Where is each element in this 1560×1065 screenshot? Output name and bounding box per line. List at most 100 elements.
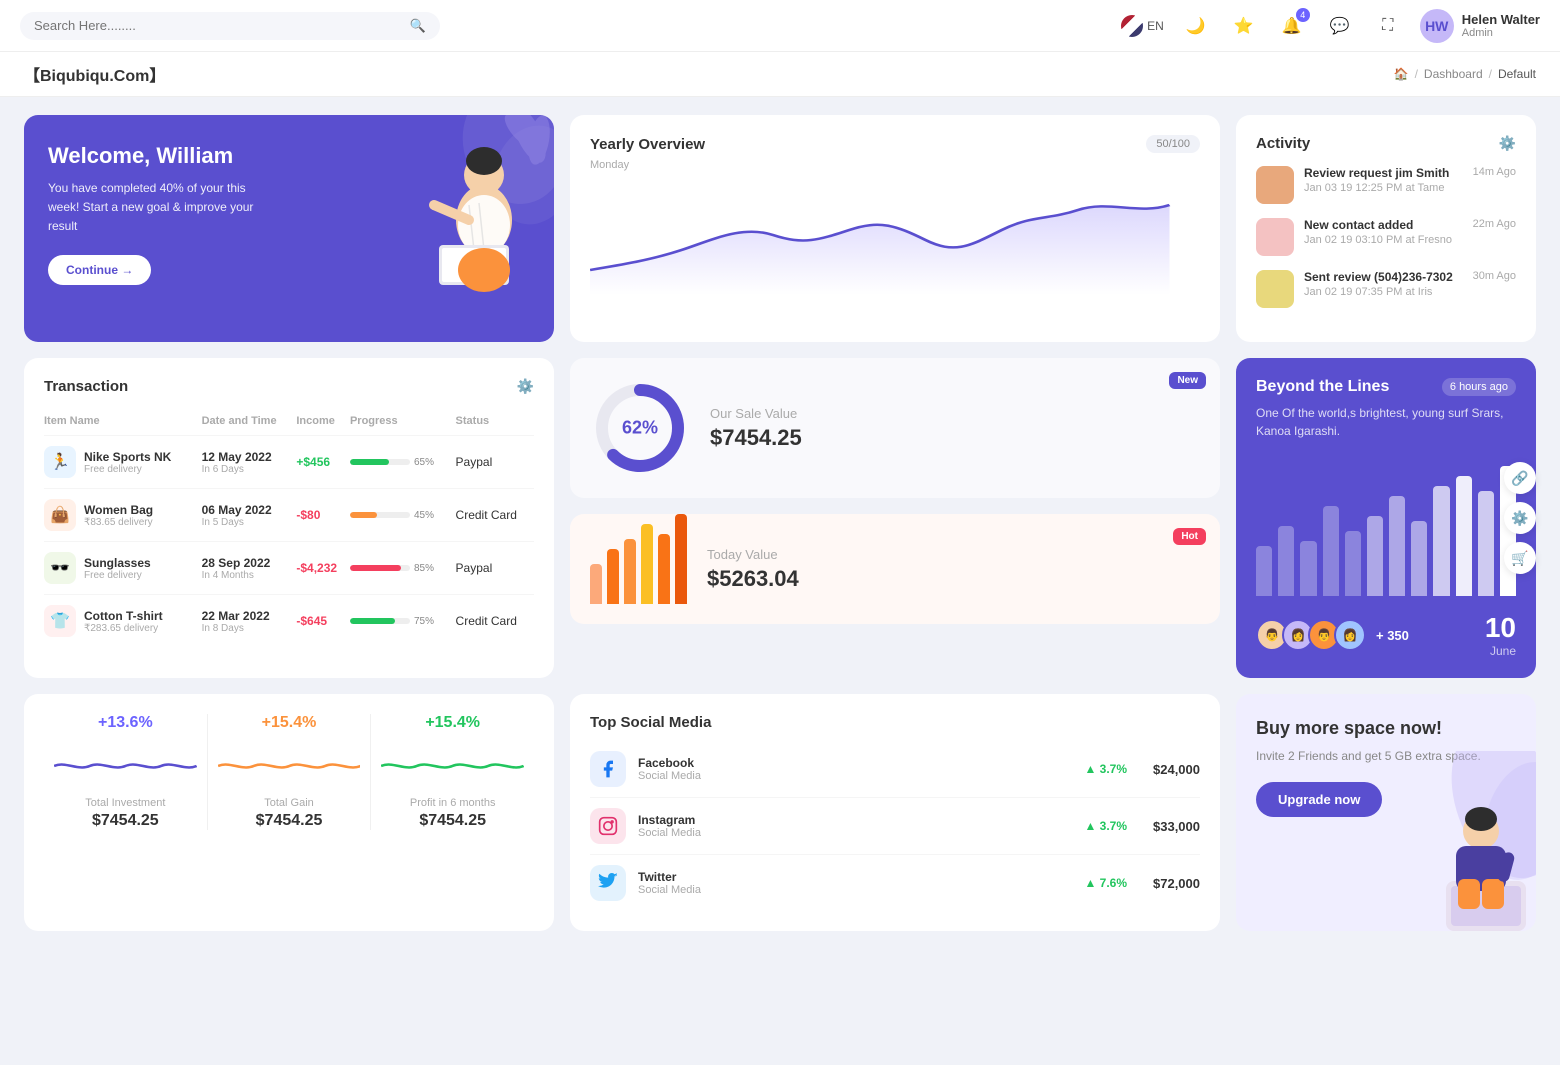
sale-value-card: New 62% Our Sale Value $7454.25 — [570, 358, 1220, 498]
home-icon: 🏠 — [1394, 67, 1409, 81]
activity-item-title: Review request jim Smith — [1304, 166, 1463, 180]
donut-percent: 62% — [622, 418, 658, 439]
yearly-badge: 50/100 — [1146, 135, 1200, 153]
hot-badge: Hot — [1173, 528, 1206, 545]
beyond-ago: 6 hours ago — [1442, 378, 1516, 396]
donut-chart: 62% — [590, 378, 690, 478]
item-sub: Free delivery — [84, 464, 171, 475]
scroll-actions: 🔗 ⚙️ 🛒 — [1504, 462, 1536, 574]
income-cell: -$4,232 — [296, 542, 350, 595]
yearly-title: Yearly Overview — [590, 136, 705, 153]
user-menu[interactable]: HW Helen Walter Admin — [1420, 9, 1540, 43]
bookmark-icon[interactable]: ⭐ — [1228, 10, 1260, 42]
messages-button[interactable]: 💬 — [1324, 10, 1356, 42]
activity-thumb — [1256, 166, 1294, 204]
sale-value-amount: $7454.25 — [710, 425, 802, 451]
progress-cell: 75% — [350, 595, 456, 648]
beyond-bar — [1323, 506, 1339, 596]
breadcrumb-bar: 【Biqubiqu.Com】 🏠 / Dashboard / Default — [0, 52, 1560, 97]
progress-cell: 65% — [350, 436, 456, 489]
item-name: Women Bag — [84, 503, 153, 517]
beyond-bar — [1478, 491, 1494, 596]
beyond-description: One Of the world,s brightest, young surf… — [1256, 404, 1516, 440]
beyond-bar — [1433, 486, 1449, 596]
social-item: Twitter Social Media ▲ 7.6% $72,000 — [590, 855, 1200, 911]
bar — [624, 539, 636, 604]
activity-item-subtitle: Jan 02 19 03:10 PM at Fresno — [1304, 234, 1463, 246]
beyond-bar-chart — [1256, 456, 1516, 596]
breadcrumb: 🏠 / Dashboard / Default — [1394, 67, 1536, 81]
progress-cell: 85% — [350, 542, 456, 595]
expand-icon[interactable]: ⛶ — [1372, 10, 1404, 42]
social-name: Twitter — [638, 870, 701, 884]
date-cell: 22 Mar 2022 In 8 Days — [202, 595, 297, 648]
social-title: Top Social Media — [590, 714, 711, 731]
search-box[interactable]: 🔍 — [20, 12, 440, 40]
transaction-settings-icon[interactable]: ⚙️ — [517, 378, 534, 395]
stat-value: $7454.25 — [218, 812, 361, 830]
activity-title: Activity — [1256, 135, 1310, 152]
settings-icon[interactable]: ⚙️ — [1504, 502, 1536, 534]
stat-percent: +15.4% — [218, 714, 361, 732]
date-month: June — [1485, 644, 1516, 658]
activity-settings-icon[interactable]: ⚙️ — [1499, 135, 1516, 152]
beyond-card: Beyond the Lines 6 hours ago One Of the … — [1236, 358, 1536, 678]
stat-value: $7454.25 — [381, 812, 524, 830]
social-name: Facebook — [638, 756, 701, 770]
item-name: Nike Sports NK — [84, 450, 171, 464]
buy-space-illustration — [1386, 751, 1536, 931]
progress-cell: 45% — [350, 489, 456, 542]
search-input[interactable] — [34, 18, 402, 33]
status-cell: Paypal — [456, 542, 534, 595]
breadcrumb-dashboard[interactable]: Dashboard — [1424, 67, 1483, 81]
stat-item: +15.4% Profit in 6 months $7454.25 — [371, 714, 534, 830]
continue-button[interactable]: Continue → — [48, 255, 151, 285]
activity-item: Review request jim Smith Jan 03 19 12:25… — [1256, 166, 1516, 204]
activity-item: Sent review (504)236-7302 Jan 02 19 07:3… — [1256, 270, 1516, 308]
bar — [607, 549, 619, 604]
item-sub: Free delivery — [84, 570, 151, 581]
top-navigation: 🔍 EN 🌙 ⭐ 🔔 4 💬 ⛶ HW Helen Walter Admin — [0, 0, 1560, 52]
item-icon: 👜 — [44, 499, 76, 531]
beyond-bar — [1256, 546, 1272, 596]
bar — [590, 564, 602, 604]
social-media-card: Top Social Media Facebook Social Media ▲… — [570, 694, 1220, 931]
nav-icons: EN 🌙 ⭐ 🔔 4 💬 ⛶ HW Helen Walter Admin — [1121, 9, 1540, 43]
upgrade-button[interactable]: Upgrade now — [1256, 782, 1382, 817]
stat-wave-chart — [381, 746, 524, 786]
status-cell: Credit Card — [456, 595, 534, 648]
income-cell: +$456 — [296, 436, 350, 489]
bar — [675, 514, 687, 604]
today-label: Today Value — [707, 547, 799, 562]
stat-percent: +15.4% — [381, 714, 524, 732]
dark-mode-toggle[interactable]: 🌙 — [1180, 10, 1212, 42]
social-amount: $24,000 — [1153, 762, 1200, 777]
item-icon: 👕 — [44, 605, 76, 637]
user-name: Helen Walter — [1462, 12, 1540, 27]
date-cell: 12 May 2022 In 6 Days — [202, 436, 297, 489]
social-percent: ▲ 3.7% — [1084, 819, 1127, 833]
social-sub: Social Media — [638, 884, 701, 896]
table-row: 👜 Women Bag ₹83.65 delivery 06 May 2022 … — [44, 489, 534, 542]
cart-icon[interactable]: 🛒 — [1504, 542, 1536, 574]
activity-item-subtitle: Jan 03 19 12:25 PM at Tame — [1304, 182, 1463, 194]
notifications-button[interactable]: 🔔 4 — [1276, 10, 1308, 42]
avatar: HW — [1420, 9, 1454, 43]
link-icon[interactable]: 🔗 — [1504, 462, 1536, 494]
avatar: 👩 — [1334, 619, 1366, 651]
yearly-overview-card: Yearly Overview 50/100 Monday — [570, 115, 1220, 342]
buy-space-card: Buy more space now! Invite 2 Friends and… — [1236, 694, 1536, 931]
item-cell: 👕 Cotton T-shirt ₹283.65 delivery — [44, 595, 202, 648]
bar — [641, 524, 653, 604]
transaction-card: Transaction ⚙️ Item Name Date and Time I… — [24, 358, 554, 678]
activity-item-title: Sent review (504)236-7302 — [1304, 270, 1463, 284]
new-badge: New — [1169, 372, 1206, 389]
table-row: 🏃 Nike Sports NK Free delivery 12 May 20… — [44, 436, 534, 489]
beyond-bar — [1345, 531, 1361, 596]
beyond-bar — [1278, 526, 1294, 596]
activity-thumb — [1256, 270, 1294, 308]
language-selector[interactable]: EN — [1121, 15, 1164, 37]
activity-item-time: 14m Ago — [1473, 166, 1516, 178]
item-cell: 🕶️ Sunglasses Free delivery — [44, 542, 202, 595]
sale-label: Our Sale Value — [710, 406, 802, 421]
